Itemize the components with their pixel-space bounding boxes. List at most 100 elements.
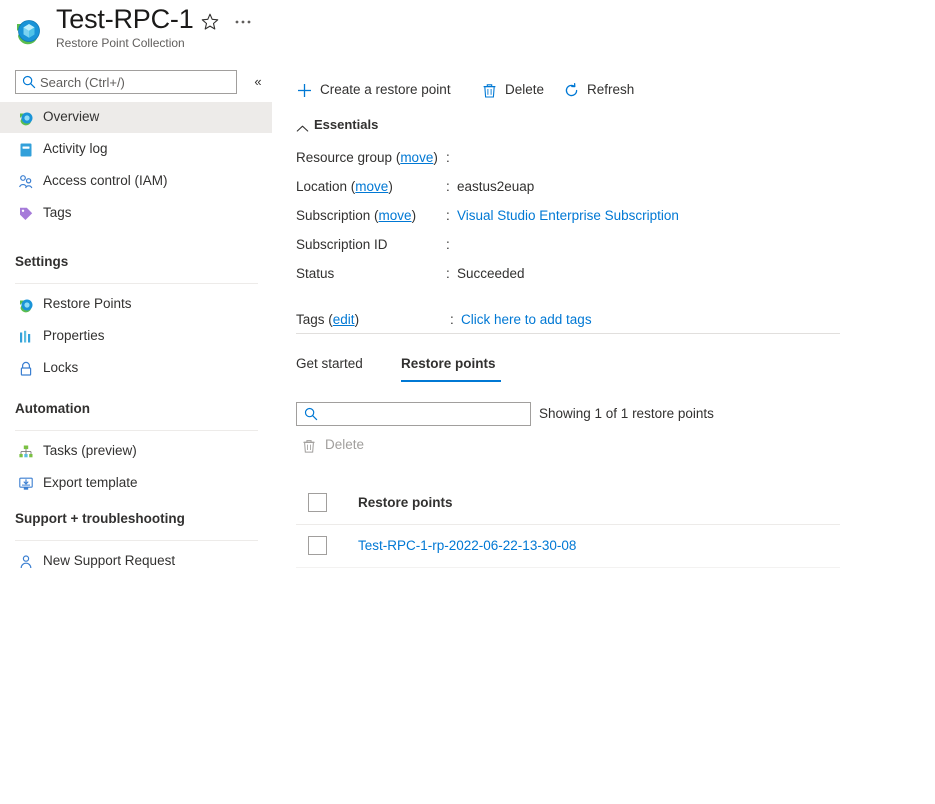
sidebar-item-restore-points[interactable]: Restore Points bbox=[0, 289, 272, 320]
sidebar: « Overview Activity log bbox=[0, 62, 290, 804]
sidebar-item-access-control[interactable]: Access control (IAM) bbox=[0, 166, 272, 197]
essentials-key: Status bbox=[296, 266, 335, 281]
essentials-row-location: Location (move) : eastus2euap bbox=[296, 179, 856, 208]
plus-icon bbox=[296, 82, 313, 99]
sidebar-item-locks[interactable]: Locks bbox=[0, 353, 272, 384]
sidebar-item-export-template[interactable]: Export template bbox=[0, 468, 272, 499]
search-icon bbox=[22, 75, 36, 89]
sidebar-item-label: Overview bbox=[43, 109, 100, 124]
sidebar-group-support-title: Support + troubleshooting bbox=[15, 511, 185, 526]
lock-icon bbox=[18, 361, 34, 377]
essentials-value: eastus2euap bbox=[457, 179, 535, 194]
sidebar-group-divider bbox=[15, 540, 258, 541]
sidebar-item-tags[interactable]: Tags bbox=[0, 198, 272, 229]
select-all-checkbox[interactable] bbox=[308, 493, 327, 512]
essentials-colon: : bbox=[446, 208, 450, 223]
sidebar-item-label: Export template bbox=[43, 475, 138, 490]
essentials-key: Location (move) bbox=[296, 179, 393, 194]
support-request-icon bbox=[18, 554, 34, 570]
edit-tags-link[interactable]: edit bbox=[333, 312, 355, 327]
move-link[interactable]: move bbox=[379, 208, 412, 223]
access-control-icon bbox=[18, 174, 34, 190]
essentials-row-subscription: Subscription (move) : Visual Studio Ente… bbox=[296, 208, 856, 237]
refresh-icon bbox=[563, 82, 580, 99]
star-icon[interactable] bbox=[200, 12, 220, 32]
subscription-link[interactable]: Visual Studio Enterprise Subscription bbox=[457, 208, 679, 223]
sidebar-group-settings-title: Settings bbox=[15, 254, 69, 269]
activity-log-icon bbox=[18, 142, 34, 158]
restore-points-icon bbox=[18, 297, 34, 313]
search-icon bbox=[304, 407, 318, 421]
table-row[interactable]: Test-RPC-1-rp-2022-06-22-13-30-08 bbox=[296, 525, 840, 568]
essentials-key-text: Location bbox=[296, 179, 348, 194]
sidebar-group-divider bbox=[15, 283, 258, 284]
essentials-key-text: Subscription bbox=[296, 208, 371, 223]
sidebar-item-label: New Support Request bbox=[43, 553, 176, 568]
showing-count-label: Showing 1 of 1 restore points bbox=[539, 406, 714, 421]
sidebar-item-activity-log[interactable]: Activity log bbox=[0, 134, 272, 165]
restore-points-grid: Restore points Test-RPC-1-rp-2022-06-22-… bbox=[296, 482, 840, 568]
overview-icon bbox=[18, 110, 34, 126]
essentials-row-subscription-id: Subscription ID : bbox=[296, 237, 856, 266]
trash-icon bbox=[481, 82, 498, 99]
resource-type-subtitle: Restore Point Collection bbox=[56, 36, 185, 50]
chevron-double-left-icon[interactable]: « bbox=[248, 72, 268, 92]
essentials-row-resource-group: Resource group (move) : bbox=[296, 150, 856, 179]
tab-get-started[interactable]: Get started bbox=[296, 355, 363, 383]
main-content: Create a restore point Delete Refresh Es… bbox=[296, 62, 935, 804]
essentials-row-status: Status : Succeeded bbox=[296, 266, 856, 295]
command-label: Create a restore point bbox=[320, 82, 451, 97]
essentials-key-text: Resource group bbox=[296, 150, 393, 165]
sidebar-item-label: Tags bbox=[43, 205, 72, 220]
tab-label: Get started bbox=[296, 356, 363, 371]
tab-restore-points[interactable]: Restore points bbox=[401, 355, 501, 383]
sidebar-item-tasks[interactable]: Tasks (preview) bbox=[0, 436, 272, 467]
sidebar-item-overview[interactable]: Overview bbox=[0, 102, 272, 133]
sidebar-item-label: Properties bbox=[43, 328, 105, 343]
sidebar-group-automation-title: Automation bbox=[15, 401, 90, 416]
essentials-row-tags: Tags (edit) : Click here to add tags bbox=[296, 312, 856, 338]
page-title: Test-RPC-1 bbox=[56, 4, 194, 34]
tab-active-underline bbox=[401, 380, 501, 382]
essentials-divider bbox=[296, 333, 840, 334]
essentials-key: Resource group (move) bbox=[296, 150, 438, 165]
export-template-icon bbox=[18, 476, 34, 492]
essentials-colon: : bbox=[450, 312, 454, 327]
move-link[interactable]: move bbox=[355, 179, 388, 194]
tab-label: Restore points bbox=[401, 356, 496, 371]
sidebar-item-label: Restore Points bbox=[43, 296, 132, 311]
command-label: Refresh bbox=[587, 82, 635, 97]
sidebar-group-divider bbox=[15, 430, 258, 431]
sidebar-item-new-support-request[interactable]: New Support Request bbox=[0, 546, 272, 577]
trash-icon bbox=[301, 438, 317, 454]
essentials-colon: : bbox=[446, 266, 450, 281]
add-tags-link[interactable]: Click here to add tags bbox=[461, 312, 592, 327]
sidebar-item-label: Access control (IAM) bbox=[43, 173, 168, 188]
essentials-label: Essentials bbox=[314, 117, 379, 132]
sidebar-item-properties[interactable]: Properties bbox=[0, 321, 272, 352]
essentials-key: Subscription (move) bbox=[296, 208, 417, 223]
ellipsis-icon[interactable] bbox=[232, 12, 254, 32]
chevron-up-icon bbox=[296, 121, 309, 132]
essentials-key: Subscription ID bbox=[296, 237, 388, 252]
properties-icon bbox=[18, 329, 34, 345]
grid-search-input-container[interactable] bbox=[296, 402, 531, 426]
search-input[interactable] bbox=[40, 71, 230, 93]
tasks-icon bbox=[18, 444, 34, 460]
restore-point-link[interactable]: Test-RPC-1-rp-2022-06-22-13-30-08 bbox=[358, 538, 576, 553]
search-input-container[interactable] bbox=[15, 70, 237, 94]
restore-point-collection-icon bbox=[13, 17, 43, 47]
grid-delete-label: Delete bbox=[325, 437, 365, 452]
sidebar-item-label: Tasks (preview) bbox=[43, 443, 137, 458]
essentials-grid: Resource group (move) : Location (move) … bbox=[296, 150, 856, 295]
column-header-restore-points: Restore points bbox=[358, 495, 453, 510]
command-bar: Create a restore point Delete Refresh bbox=[296, 77, 935, 107]
command-label: Delete bbox=[505, 82, 545, 97]
essentials-colon: : bbox=[446, 179, 450, 194]
sidebar-item-label: Activity log bbox=[43, 141, 108, 156]
grid-search-input[interactable] bbox=[322, 403, 522, 425]
row-checkbox[interactable] bbox=[308, 536, 327, 555]
move-link[interactable]: move bbox=[400, 150, 433, 165]
tab-bar: Get started Restore points bbox=[296, 355, 856, 385]
sidebar-search-row: « bbox=[0, 70, 290, 98]
